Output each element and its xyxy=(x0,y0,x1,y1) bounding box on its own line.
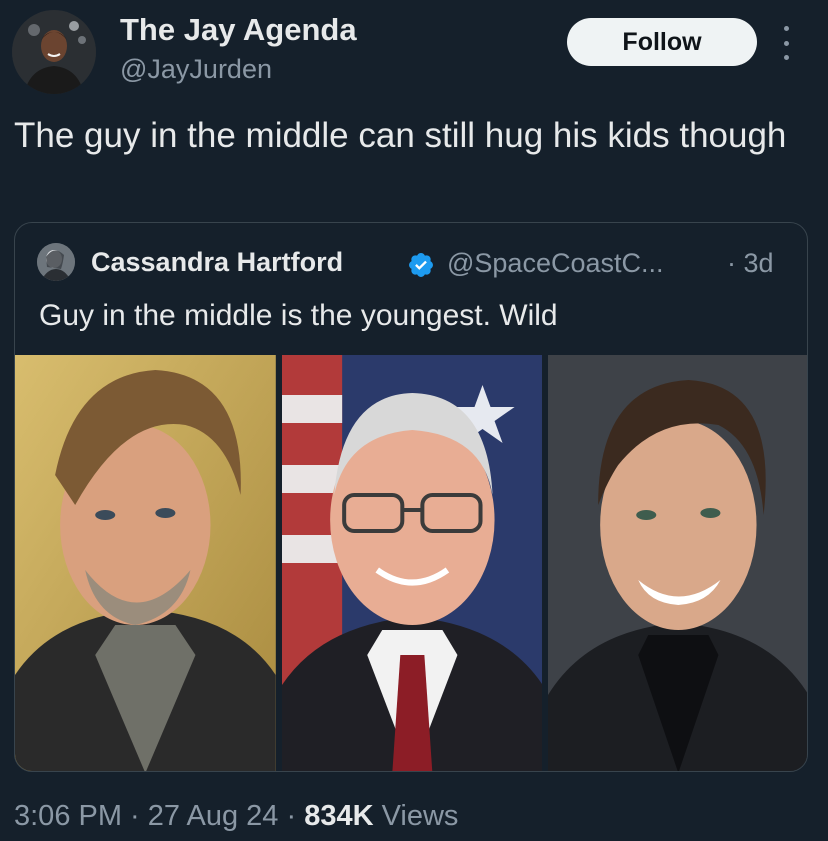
quoted-tweet-text: Guy in the middle is the youngest. Wild xyxy=(39,299,558,332)
quoted-author-avatar[interactable] xyxy=(37,243,75,281)
quoted-media-grid[interactable] xyxy=(15,355,807,771)
views-count[interactable]: 834K xyxy=(304,800,373,832)
tweet-meta: 3:06 PM · 27 Aug 24 · 834K Views xyxy=(14,800,458,833)
tweet-date[interactable]: 27 Aug 24 xyxy=(148,800,279,832)
meta-separator: · xyxy=(122,800,148,832)
more-options-icon[interactable] xyxy=(776,26,796,60)
quoted-handle[interactable]: @SpaceCoastC... xyxy=(447,248,664,279)
media-image-right[interactable] xyxy=(548,355,807,771)
meta-separator: · xyxy=(278,800,305,832)
tweet-page: The Jay Agenda @JayJurden Follow The guy… xyxy=(0,0,828,841)
tweet-time[interactable]: 3:06 PM xyxy=(14,800,122,832)
quoted-display-name[interactable]: Cassandra Hartford xyxy=(91,247,343,278)
author-display-name[interactable]: The Jay Agenda xyxy=(120,12,357,48)
author-handle[interactable]: @JayJurden xyxy=(120,54,272,85)
follow-button[interactable]: Follow xyxy=(567,18,757,66)
views-label: Views xyxy=(373,800,459,832)
media-image-middle[interactable] xyxy=(281,355,543,771)
quoted-timestamp[interactable]: · 3d xyxy=(727,248,774,279)
author-avatar[interactable] xyxy=(12,10,96,94)
media-image-left[interactable] xyxy=(15,355,276,771)
tweet-text: The guy in the middle can still hug his … xyxy=(14,116,787,155)
quoted-tweet-card[interactable]: Cassandra Hartford @SpaceCoastC... · 3d … xyxy=(14,222,808,772)
verified-badge-icon xyxy=(409,253,433,277)
